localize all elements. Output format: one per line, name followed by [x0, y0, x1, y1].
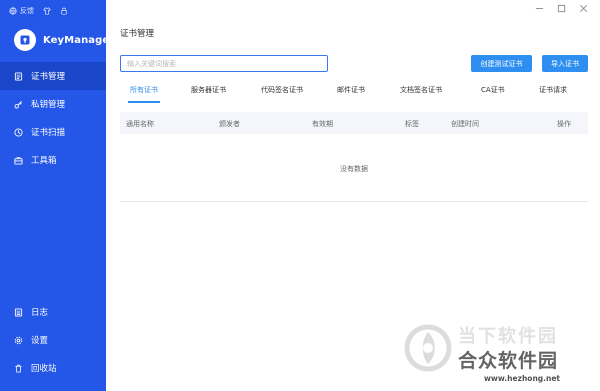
tab-code-signing[interactable]: 代码签名证书	[261, 85, 303, 95]
log-icon	[14, 307, 23, 317]
table-divider	[120, 201, 588, 202]
feedback-label: 反馈	[20, 7, 34, 15]
brand: KeyManager	[14, 29, 114, 51]
window-controls	[535, 4, 588, 13]
column-header: 操作	[557, 120, 571, 128]
lock-icon[interactable]	[60, 7, 68, 15]
sidebar-item-settings[interactable]: 设置	[0, 326, 106, 354]
toolbox-icon	[14, 156, 23, 165]
sidebar-bottom-nav: 日志 设置 回收站	[0, 298, 106, 382]
minimize-icon[interactable]	[535, 4, 544, 13]
page-title: 证书管理	[120, 29, 155, 39]
import-certificate-button[interactable]: 导入证书	[542, 55, 588, 72]
tab-document-signing[interactable]: 文档签名证书	[400, 85, 442, 95]
certificate-icon	[14, 71, 23, 81]
active-tab-indicator	[128, 101, 160, 103]
column-header[interactable]: 标签	[405, 119, 419, 129]
create-test-certificate-button[interactable]: 创建测试证书	[471, 55, 532, 72]
tab-email[interactable]: 邮件证书	[337, 85, 365, 95]
column-header[interactable]: 有效期	[312, 119, 333, 129]
watermark: 当下软件园 合众软件园 www.hezhong.net	[404, 318, 598, 390]
tab-requests[interactable]: 证书请求	[539, 85, 567, 95]
sidebar-item-label: 回收站	[31, 364, 57, 374]
watermark-url: www.hezhong.net	[484, 374, 561, 383]
close-icon[interactable]	[579, 4, 588, 13]
app-logo	[14, 29, 36, 51]
tab-all[interactable]: 所有证书	[130, 85, 158, 95]
sidebar-item-scan[interactable]: 证书扫描	[0, 118, 106, 146]
shirt-icon[interactable]	[43, 7, 51, 15]
sidebar-top-toolbar: 反馈	[9, 6, 68, 16]
column-header[interactable]: 通用名称	[126, 119, 154, 129]
tab-ca[interactable]: CA证书	[481, 85, 505, 95]
clock-icon	[14, 127, 23, 137]
search-input[interactable]	[120, 55, 328, 72]
sidebar-item-toolbox[interactable]: 工具箱	[0, 146, 106, 174]
globe-icon	[9, 7, 17, 15]
sidebar-item-label: 证书扫描	[31, 128, 66, 138]
watermark-line2: 合众软件园	[458, 350, 559, 372]
app-name: KeyManager	[43, 34, 115, 46]
column-header[interactable]: 创建时间	[451, 119, 479, 129]
sidebar-item-trash[interactable]: 回收站	[0, 354, 106, 382]
sidebar-item-log[interactable]: 日志	[0, 298, 106, 326]
sidebar: 反馈 KeyManager 证书管理 私钥管理 证书扫描 工具箱 日志 设置 回…	[0, 0, 114, 391]
watermark-logo	[404, 324, 452, 372]
table-header: 通用名称 颁发者 有效期 标签 创建时间 操作	[120, 112, 588, 134]
sidebar-item-label: 证书管理	[31, 72, 66, 82]
sidebar-item-label: 工具箱	[31, 156, 57, 166]
certificate-tabs: 所有证书 服务器证书 代码签名证书 邮件证书 文档签名证书 CA证书 证书请求	[120, 85, 588, 103]
watermark-line1: 当下软件园	[458, 326, 558, 347]
sidebar-item-private-keys[interactable]: 私钥管理	[0, 90, 106, 118]
sidebar-item-certificates[interactable]: 证书管理	[0, 62, 106, 90]
trash-icon	[15, 364, 22, 373]
sidebar-item-label: 设置	[31, 336, 49, 346]
sidebar-nav: 证书管理 私钥管理 证书扫描 工具箱	[0, 62, 106, 174]
key-icon	[14, 100, 22, 108]
sidebar-item-label: 日志	[31, 308, 49, 318]
maximize-icon[interactable]	[557, 4, 566, 13]
sidebar-item-label: 私钥管理	[31, 100, 66, 110]
gear-icon	[14, 336, 23, 344]
column-header[interactable]: 颁发者	[219, 119, 240, 129]
feedback-button[interactable]: 反馈	[9, 6, 34, 16]
empty-state-text: 没有数据	[340, 165, 368, 173]
app-window: 反馈 KeyManager 证书管理 私钥管理 证书扫描 工具箱 日志 设置 回…	[0, 0, 600, 391]
certificate-logo-icon	[20, 35, 30, 45]
tab-server[interactable]: 服务器证书	[191, 85, 226, 95]
